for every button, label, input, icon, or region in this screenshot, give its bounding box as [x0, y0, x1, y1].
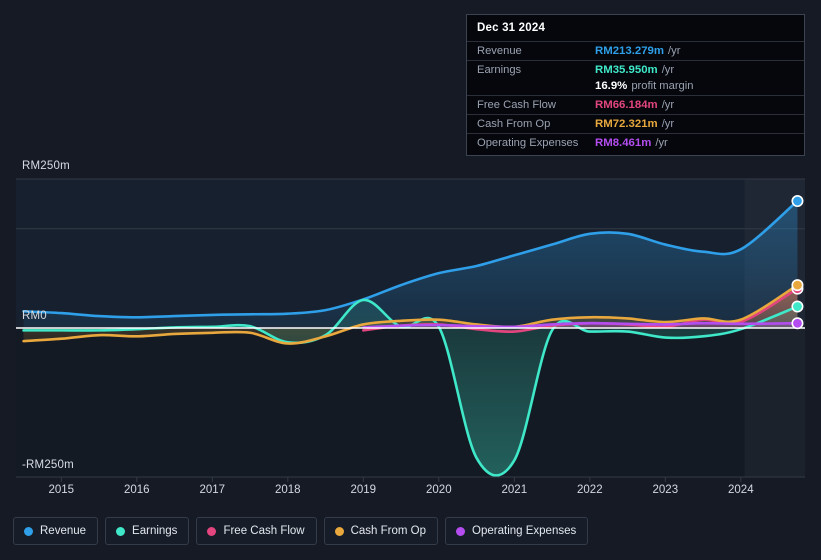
tooltip-row: 16.9% profit margin	[467, 79, 804, 95]
x-axis-tick-2019: 2019	[350, 484, 377, 496]
tooltip-row-unit: /yr	[655, 137, 668, 149]
endpoint-marker-revenue	[791, 195, 804, 208]
y-axis-label-top: RM250m	[22, 160, 70, 172]
legend-color-dot	[116, 526, 126, 536]
endpoint-marker-earnings	[791, 300, 804, 313]
tooltip-row-unit: /yr	[661, 64, 675, 76]
legend-item-operating-expenses[interactable]: Operating Expenses	[445, 517, 589, 545]
tooltip-row-unit: /yr	[661, 99, 675, 111]
x-axis-tick-2022: 2022	[577, 484, 603, 496]
legend-item-earnings[interactable]: Earnings	[105, 517, 190, 545]
x-axis-tick-2023: 2023	[652, 484, 679, 496]
legend-color-dot	[456, 526, 466, 536]
legend-item-label: Operating Expenses	[472, 525, 577, 537]
x-axis-tick-2016: 2016	[124, 484, 150, 496]
legend-item-label: Free Cash Flow	[223, 525, 305, 537]
data-tooltip: Dec 31 2024 Revenue RM213.279m/yr Earnings…	[466, 14, 805, 156]
tooltip-date: Dec 31 2024	[477, 22, 546, 34]
tooltip-row-value-wrap: RM66.184m/yr	[595, 99, 674, 111]
tooltip-row-value: 16.9%	[595, 80, 628, 92]
tooltip-row-value: RM35.950m	[595, 64, 658, 76]
tooltip-row-value: RM8.461m	[595, 137, 652, 149]
x-axis-tick-2020: 2020	[426, 484, 452, 496]
tooltip-row: Earnings RM35.950m/yr	[467, 60, 804, 79]
tooltip-row-value: RM66.184m	[595, 99, 658, 111]
tooltip-row-value: RM213.279m	[595, 45, 665, 57]
endpoint-marker-operating-expenses	[791, 317, 804, 330]
tooltip-row-value-wrap: RM72.321m/yr	[595, 118, 674, 130]
x-axis-tick-2024: 2024	[728, 484, 754, 496]
tooltip-row-value-wrap: RM213.279m/yr	[595, 45, 680, 57]
legend-item-label: Cash From Op	[350, 525, 427, 537]
tooltip-row-label: Cash From Op	[477, 118, 551, 130]
x-axis-tick-2015: 2015	[48, 484, 75, 496]
tooltip-row: Revenue RM213.279m/yr	[467, 41, 804, 60]
tooltip-row-label: Operating Expenses	[477, 137, 579, 149]
endpoint-marker-cash-from-op	[791, 279, 804, 292]
x-axis-tick-2021: 2021	[501, 484, 528, 496]
tooltip-row-value: RM72.321m	[595, 118, 658, 130]
legend-item-label: Earnings	[132, 525, 178, 537]
y-axis-label-zero: RM0	[22, 310, 47, 322]
tooltip-row-value-wrap: RM8.461m/yr	[595, 137, 668, 149]
tooltip-row-value-wrap: RM35.950m/yr	[595, 64, 674, 76]
legend-item-label: Revenue	[40, 525, 87, 537]
legend-item-cash-from-op[interactable]: Cash From Op	[323, 517, 439, 545]
tooltip-row-unit: /yr	[668, 45, 681, 57]
legend-color-dot	[24, 526, 33, 536]
tooltip-row-unit: /yr	[661, 118, 675, 130]
tooltip-row: Free Cash Flow RM66.184m/yr	[467, 95, 804, 114]
tooltip-rows: Revenue RM213.279m/yr Earnings RM35.950m/yr…	[467, 41, 804, 152]
legend-color-dot	[207, 526, 217, 536]
x-axis-tick-2017: 2017	[199, 484, 226, 496]
tooltip-row-label: Free Cash Flow	[477, 99, 556, 111]
x-axis-tick-2018: 2018	[275, 484, 301, 496]
financial-performance-chart: RM250m RM0 -RM250m 2015 2016 2017 2018 2019 2…	[0, 0, 821, 560]
legend-color-dot	[334, 526, 344, 536]
y-axis-label-bottom: -RM250m	[22, 459, 74, 471]
tooltip-row-unit: profit margin	[631, 80, 694, 92]
tooltip-row: Cash From Op RM72.321m/yr	[467, 114, 804, 133]
tooltip-row-value-wrap: 16.9% profit margin	[595, 80, 694, 92]
tooltip-row-label: Earnings	[477, 64, 522, 76]
tooltip-row-label: Revenue	[477, 45, 522, 57]
legend-item-revenue[interactable]: Revenue	[13, 517, 99, 545]
tooltip-row: Operating Expenses RM8.461m/yr	[467, 133, 804, 152]
chart-legend[interactable]: Revenue Earnings Free Cash Flow Cash From O…	[13, 517, 589, 545]
legend-item-free-cash-flow[interactable]: Free Cash Flow	[196, 517, 317, 545]
